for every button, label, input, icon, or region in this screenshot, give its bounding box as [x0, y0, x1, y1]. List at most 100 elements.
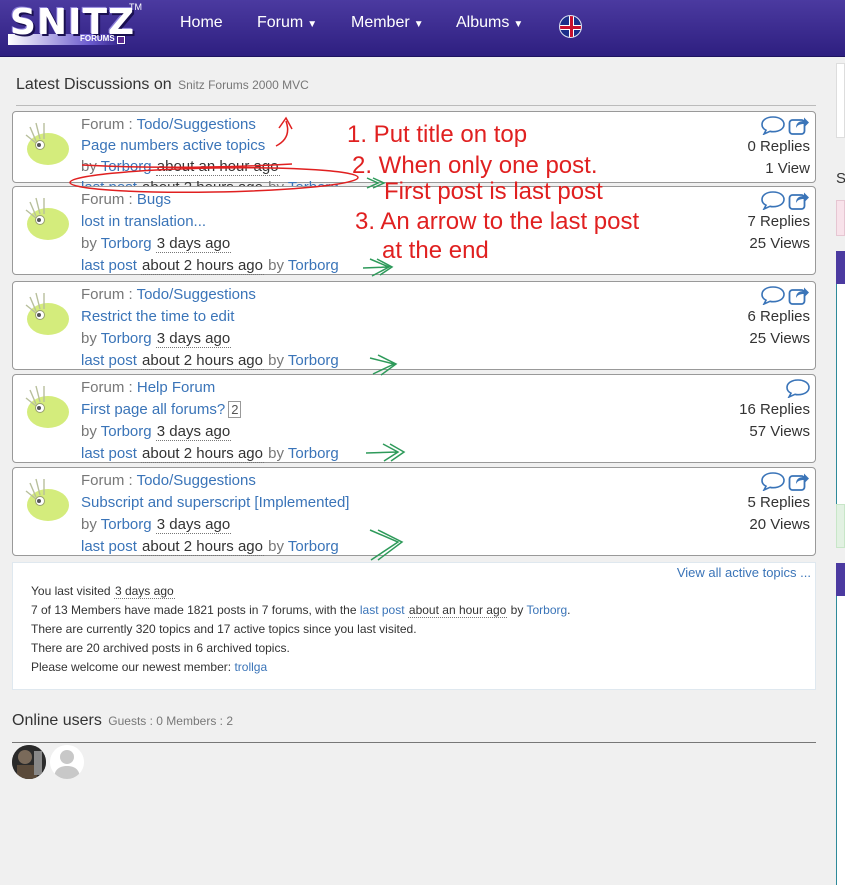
speech-bubble-icon[interactable] [786, 378, 810, 399]
nav-forum-dropdown[interactable]: Forum ▼ [257, 14, 317, 32]
replies-count: 7 Replies [747, 213, 810, 230]
by-label: by [81, 330, 97, 347]
replies-count: 6 Replies [747, 308, 810, 325]
online-users-counts: Guests : 0 Members : 2 [108, 714, 233, 728]
share-icon[interactable] [788, 189, 810, 211]
last-post-link[interactable]: last post [81, 445, 137, 462]
last-post-link[interactable]: last post [81, 538, 137, 555]
forum-label: Forum : [81, 472, 133, 489]
topic-actions [747, 114, 810, 136]
members-last-post-author[interactable]: Torborg [526, 603, 567, 617]
posted-time: 3 days ago [155, 423, 232, 441]
last-post-link[interactable]: last post [81, 352, 137, 369]
topic-stats: 16 Replies 57 Views [739, 377, 810, 443]
topic-actions [747, 470, 810, 492]
author-link[interactable]: Torborg [101, 423, 152, 440]
topic-author-line: by Torborg 3 days ago [81, 514, 349, 536]
nav-albums-dropdown[interactable]: Albums ▼ [456, 14, 523, 32]
last-post-link[interactable]: last post [81, 257, 137, 274]
view-all-active-topics-link[interactable]: View all active topics ... [677, 565, 811, 580]
last-post-time: about 2 hours ago [141, 445, 264, 463]
last-post-author-link[interactable]: Torborg [288, 538, 339, 555]
forum-link[interactable]: Todo/Suggestions [137, 472, 256, 489]
author-link[interactable]: Torborg [101, 516, 152, 533]
last-post-time: about 2 hours ago [141, 257, 264, 275]
caret-down-icon: ▼ [307, 19, 318, 30]
uk-flag-icon[interactable] [559, 15, 582, 38]
posted-time: 3 days ago [155, 516, 232, 534]
default-user-avatar-icon[interactable] [50, 745, 84, 779]
topic-subject-link[interactable]: Restrict the time to edit [81, 308, 234, 325]
nav-member-label: Member [351, 14, 410, 31]
members-last-post-link[interactable]: last post [360, 603, 405, 617]
posted-time: 3 days ago [155, 330, 232, 348]
online-user-avatar[interactable] [12, 745, 46, 779]
members-last-post-time: about an hour ago [407, 603, 508, 618]
speech-bubble-icon[interactable] [761, 190, 785, 211]
topic-actions [747, 189, 810, 211]
newest-member-link[interactable]: trollga [234, 660, 267, 674]
share-icon[interactable] [788, 470, 810, 492]
newest-member-line: Please welcome our newest member: trollg… [31, 658, 571, 677]
forum-link[interactable]: Todo/Suggestions [137, 116, 256, 133]
by-label: by [268, 445, 284, 462]
by-label: by [268, 538, 284, 555]
replies-count: 5 Replies [747, 494, 810, 511]
last-post-author-link[interactable]: Torborg [288, 257, 339, 274]
topic-subject-link[interactable]: Page numbers active topics [81, 137, 265, 154]
forum-link[interactable]: Help Forum [137, 379, 215, 396]
topic-lastpost-line: last post about 2 hours ago by Torborg [81, 536, 349, 558]
views-count: 57 Views [749, 423, 810, 440]
logo-subtext: FORUMS [80, 34, 115, 43]
last-post-author-link[interactable]: Torborg [288, 352, 339, 369]
annotation-2b: First post is last post [384, 178, 603, 205]
forum-avatar-icon [25, 385, 69, 428]
sidebar-panel-body-2 [836, 596, 845, 885]
speech-bubble-icon[interactable] [761, 115, 785, 136]
topic-lastpost-line: last post about 2 hours ago by Torborg [81, 255, 339, 277]
author-link[interactable]: Torborg [101, 330, 152, 347]
topic-subject-line: Subscript and superscript [Implemented] [81, 492, 349, 514]
topic-actions [739, 377, 810, 399]
topic-subject-link[interactable]: Subscript and superscript [Implemented] [81, 494, 349, 511]
author-link[interactable]: Torborg [101, 235, 152, 252]
posted-time: 3 days ago [155, 235, 232, 253]
topic-stats: 0 Replies 1 View [747, 114, 810, 180]
caret-down-icon: ▼ [513, 19, 524, 30]
share-icon[interactable] [788, 284, 810, 306]
last-post-author-link[interactable]: Torborg [288, 445, 339, 462]
share-icon[interactable] [788, 114, 810, 136]
last-post-time: about 2 hours ago [141, 538, 264, 556]
members-text: 7 of 13 Members have made 1821 posts in … [31, 603, 357, 617]
posted-time: about an hour ago [155, 158, 280, 176]
latest-title: Latest Discussions on [16, 76, 172, 93]
forum-avatar-icon [25, 197, 69, 240]
members-line: 7 of 13 Members have made 1821 posts in … [31, 603, 571, 618]
page-number-link[interactable]: 2 [228, 401, 242, 418]
speech-bubble-icon[interactable] [761, 471, 785, 492]
nav-member-dropdown[interactable]: Member ▼ [351, 14, 424, 32]
nav-albums-label: Albums [456, 14, 510, 31]
latest-discussions-header: Latest Discussions on Snitz Forums 2000 … [16, 76, 816, 106]
topic-subject-link[interactable]: First page all forums? [81, 401, 225, 418]
by-label: by [81, 235, 97, 252]
forum-link[interactable]: Todo/Suggestions [137, 286, 256, 303]
topic-card: Forum : Todo/Suggestions Subscript and s… [12, 467, 816, 556]
forum-label: Forum : [81, 379, 133, 396]
speech-bubble-icon[interactable] [761, 285, 785, 306]
views-count: 1 View [765, 160, 810, 177]
replies-count: 0 Replies [747, 138, 810, 155]
forum-link[interactable]: Bugs [137, 191, 171, 208]
site-logo[interactable]: SNITZ FORUMS TM [8, 2, 142, 48]
nav-home[interactable]: Home [180, 14, 223, 32]
by-label: by [81, 516, 97, 533]
topic-subject-line: Restrict the time to edit [81, 306, 339, 328]
last-visited-line: You last visited 3 days ago [31, 582, 571, 601]
welcome-label: Please welcome our newest member: [31, 660, 232, 674]
forum-label: Forum : [81, 286, 133, 303]
sidebar-panel-body [836, 284, 845, 504]
forum-stats-panel: View all active topics ... You last visi… [12, 562, 816, 690]
author-link[interactable]: Torborg [101, 158, 152, 175]
sidebar-panel-header [836, 251, 845, 284]
topic-subject-link[interactable]: lost in translation... [81, 213, 206, 230]
